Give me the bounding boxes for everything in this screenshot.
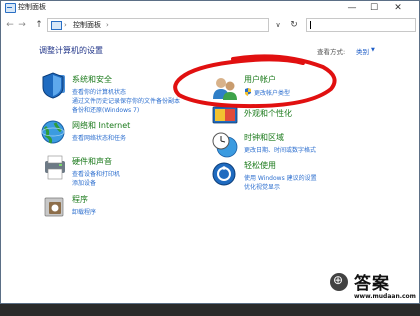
link-add-device[interactable]: 添加设备 [72, 178, 96, 187]
appearance-monitor-icon[interactable] [211, 105, 239, 127]
link-windows-suggested-settings[interactable]: 使用 Windows 建议的设置 [244, 173, 317, 182]
search-input[interactable] [306, 18, 416, 32]
breadcrumb-separator: › [106, 21, 109, 29]
category-clock-region[interactable]: 时钟和区域 [244, 132, 284, 143]
link-optimize-visual-display[interactable]: 优化视觉显示 [244, 182, 280, 191]
shield-icon[interactable] [41, 69, 67, 99]
clock-globe-icon[interactable] [211, 131, 239, 159]
link-file-history-backup[interactable]: 通过文件历史记录保存你的文件备份副本 [72, 96, 180, 105]
category-programs[interactable]: 程序 [72, 194, 88, 205]
category-appearance-personalization[interactable]: 外观和个性化 [244, 108, 292, 119]
link-change-date-time-format[interactable]: 更改日期、时间或数字格式 [244, 145, 316, 154]
breadcrumb-control-panel[interactable]: 控制面板 [73, 19, 101, 31]
printer-icon[interactable] [41, 153, 69, 183]
programs-icon[interactable] [41, 195, 67, 219]
view-by-dropdown[interactable]: 类别 [356, 46, 369, 56]
category-hardware-sound[interactable]: 硬件和声音 [72, 156, 112, 167]
watermark: 答案 www.mudaan.com [330, 268, 416, 304]
text-caret [310, 21, 311, 29]
link-network-status[interactable]: 查看网络状态和任务 [72, 133, 126, 142]
control-panel-icon [5, 3, 16, 13]
address-box[interactable]: › 控制面板 › [47, 18, 269, 32]
network-globe-icon[interactable] [39, 119, 67, 145]
user-accounts-icon[interactable] [211, 75, 239, 101]
refresh-button[interactable]: ↻ [287, 18, 301, 32]
category-user-accounts[interactable]: 用户帐户 [244, 74, 276, 85]
breadcrumb-separator: › [64, 21, 67, 29]
category-network-internet[interactable]: 网络和 Internet [72, 120, 130, 131]
link-uninstall-program[interactable]: 卸载程序 [72, 207, 96, 216]
address-dropdown-button[interactable]: ∨ [271, 18, 285, 32]
close-button[interactable]: ✕ [387, 1, 409, 15]
maximize-button[interactable]: ☐ [363, 1, 385, 15]
link-backup-restore[interactable]: 备份和还原(Windows 7) [72, 105, 139, 114]
minimize-button[interactable]: — [341, 1, 363, 15]
category-ease-of-access[interactable]: 轻松使用 [244, 160, 276, 171]
up-button[interactable]: ↑ [33, 18, 45, 32]
ease-of-access-icon[interactable] [211, 161, 237, 187]
link-change-account-type[interactable]: 更改帐户类型 [254, 88, 290, 97]
chevron-down-icon[interactable]: ▼ [371, 46, 375, 55]
window-title: 控制面板 [18, 3, 46, 11]
control-panel-window: 控制面板 — ☐ ✕ ← → ↑ › 控制面板 › ∨ ↻ 调整计算机的设置 查… [0, 0, 420, 304]
watermark-url: www.mudaan.com [354, 293, 416, 300]
forward-button[interactable]: → [16, 18, 28, 32]
watermark-text: 答案 [354, 274, 390, 294]
view-by-label: 查看方式: [317, 48, 346, 56]
back-button[interactable]: ← [4, 18, 16, 32]
category-system-security[interactable]: 系统和安全 [72, 74, 112, 85]
control-panel-icon [51, 21, 62, 30]
page-title: 调整计算机的设置 [39, 46, 103, 55]
uac-shield-icon [245, 88, 251, 96]
link-devices-printers[interactable]: 查看设备和打印机 [72, 169, 120, 178]
link-view-computer-status[interactable]: 查看你的计算机状态 [72, 87, 126, 96]
watermark-logo-icon [330, 273, 348, 291]
title-bar: 控制面板 — ☐ ✕ [1, 1, 419, 15]
address-bar: ← → ↑ › 控制面板 › ∨ ↻ [1, 15, 419, 35]
